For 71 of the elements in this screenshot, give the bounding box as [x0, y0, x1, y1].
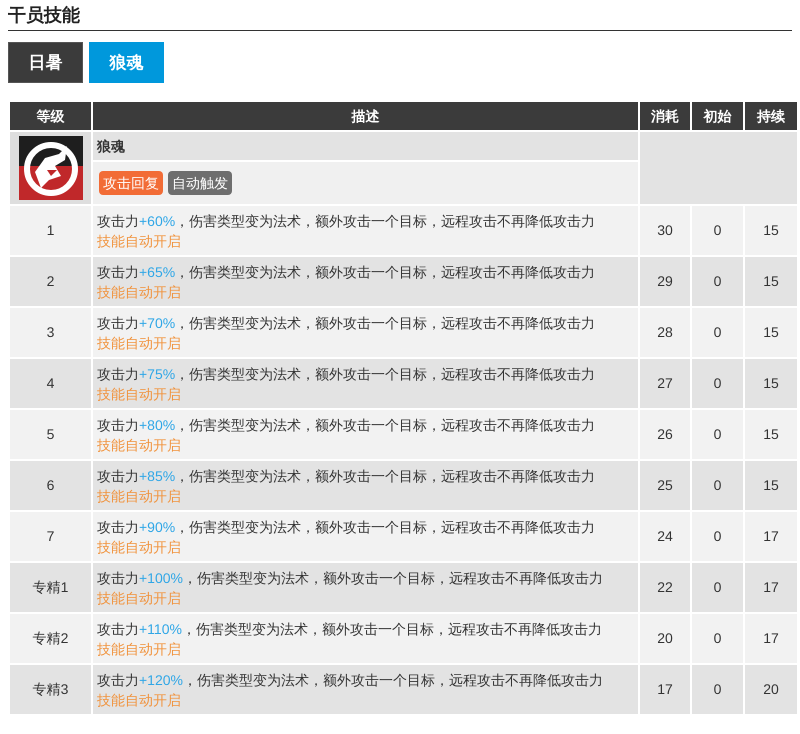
skill-description: 攻击力+75%，伤害类型变为法术，额外攻击一个目标，远程攻击不再降低攻击力 [97, 364, 596, 384]
skill-name: 狼魂 [97, 138, 125, 154]
duration-value: 15 [763, 426, 779, 442]
skill-note: 技能自动开启 [97, 538, 181, 556]
skill-note: 技能自动开启 [97, 690, 181, 710]
initial-value: 0 [714, 324, 722, 340]
duration-value: 15 [763, 375, 779, 391]
initial-value: 0 [714, 426, 722, 442]
skill-tag: 攻击回复 [99, 171, 163, 195]
skill-description: 攻击力+80%，伤害类型变为法术，额外攻击一个目标，远程攻击不再降低攻击力 [97, 416, 596, 434]
cost-value: 26 [657, 426, 673, 442]
skill-tab[interactable]: 日暑 [8, 42, 83, 83]
level-label: 2 [46, 273, 54, 289]
initial-value: 0 [714, 579, 722, 595]
initial-value: 0 [714, 681, 722, 697]
initial-value: 0 [714, 477, 722, 493]
level-label: 1 [46, 222, 54, 238]
level-label: 专精2 [32, 630, 68, 646]
level-label: 5 [46, 426, 54, 442]
skill-note: 技能自动开启 [97, 334, 181, 352]
skill-description: 攻击力+100%，伤害类型变为法术，额外攻击一个目标，远程攻击不再降低攻击力 [97, 568, 604, 588]
section-title: 干员技能 [8, 2, 792, 31]
wolf-emblem-icon [18, 136, 82, 200]
duration-value: 15 [763, 324, 779, 340]
column-header: 消耗 [639, 101, 691, 131]
level-label: 专精1 [32, 579, 68, 595]
skill-description: 攻击力+70%，伤害类型变为法术，额外攻击一个目标，远程攻击不再降低攻击力 [97, 314, 596, 332]
cost-value: 27 [657, 375, 673, 391]
duration-value: 15 [763, 273, 779, 289]
level-label: 专精3 [32, 681, 68, 697]
duration-value: 20 [763, 681, 779, 697]
duration-value: 15 [763, 222, 779, 238]
cost-value: 29 [657, 273, 673, 289]
skill-note: 技能自动开启 [97, 282, 181, 302]
duration-value: 17 [763, 630, 779, 646]
level-label: 6 [46, 477, 54, 493]
initial-value: 0 [714, 630, 722, 646]
skill-description: 攻击力+60%，伤害类型变为法术，额外攻击一个目标，远程攻击不再降低攻击力 [97, 212, 596, 230]
skill-note: 技能自动开启 [97, 588, 181, 608]
initial-value: 0 [714, 375, 722, 391]
initial-value: 0 [714, 222, 722, 238]
column-header: 描述 [92, 101, 639, 131]
skill-description: 攻击力+90%，伤害类型变为法术，额外攻击一个目标，远程攻击不再降低攻击力 [97, 518, 596, 536]
skill-note: 技能自动开启 [97, 486, 181, 506]
skill-description: 攻击力+85%，伤害类型变为法术，额外攻击一个目标，远程攻击不再降低攻击力 [97, 466, 596, 486]
level-label: 7 [46, 528, 54, 544]
skill-note: 技能自动开启 [97, 436, 181, 454]
skill-note: 技能自动开启 [97, 232, 181, 250]
cost-value: 17 [657, 681, 673, 697]
duration-value: 15 [763, 477, 779, 493]
level-label: 4 [46, 375, 54, 391]
column-header: 等级 [9, 101, 92, 131]
cost-value: 25 [657, 477, 673, 493]
duration-value: 17 [763, 579, 779, 595]
cost-value: 20 [657, 630, 673, 646]
skill-tag: 自动触发 [168, 171, 232, 195]
column-header: 持续 [744, 101, 798, 131]
skill-description: 攻击力+110%，伤害类型变为法术，额外攻击一个目标，远程攻击不再降低攻击力 [97, 620, 603, 638]
column-header: 初始 [691, 101, 744, 131]
level-label: 3 [46, 324, 54, 340]
skill-description: 攻击力+65%，伤害类型变为法术，额外攻击一个目标，远程攻击不再降低攻击力 [97, 262, 596, 282]
initial-value: 0 [714, 528, 722, 544]
skill-note: 技能自动开启 [97, 384, 181, 404]
duration-value: 17 [763, 528, 779, 544]
cost-value: 28 [657, 324, 673, 340]
cost-value: 22 [657, 579, 673, 595]
initial-value: 0 [714, 273, 722, 289]
skill-description: 攻击力+120%，伤害类型变为法术，额外攻击一个目标，远程攻击不再降低攻击力 [97, 670, 604, 690]
cost-value: 30 [657, 222, 673, 238]
skill-note: 技能自动开启 [97, 640, 181, 658]
cost-value: 24 [657, 528, 673, 544]
